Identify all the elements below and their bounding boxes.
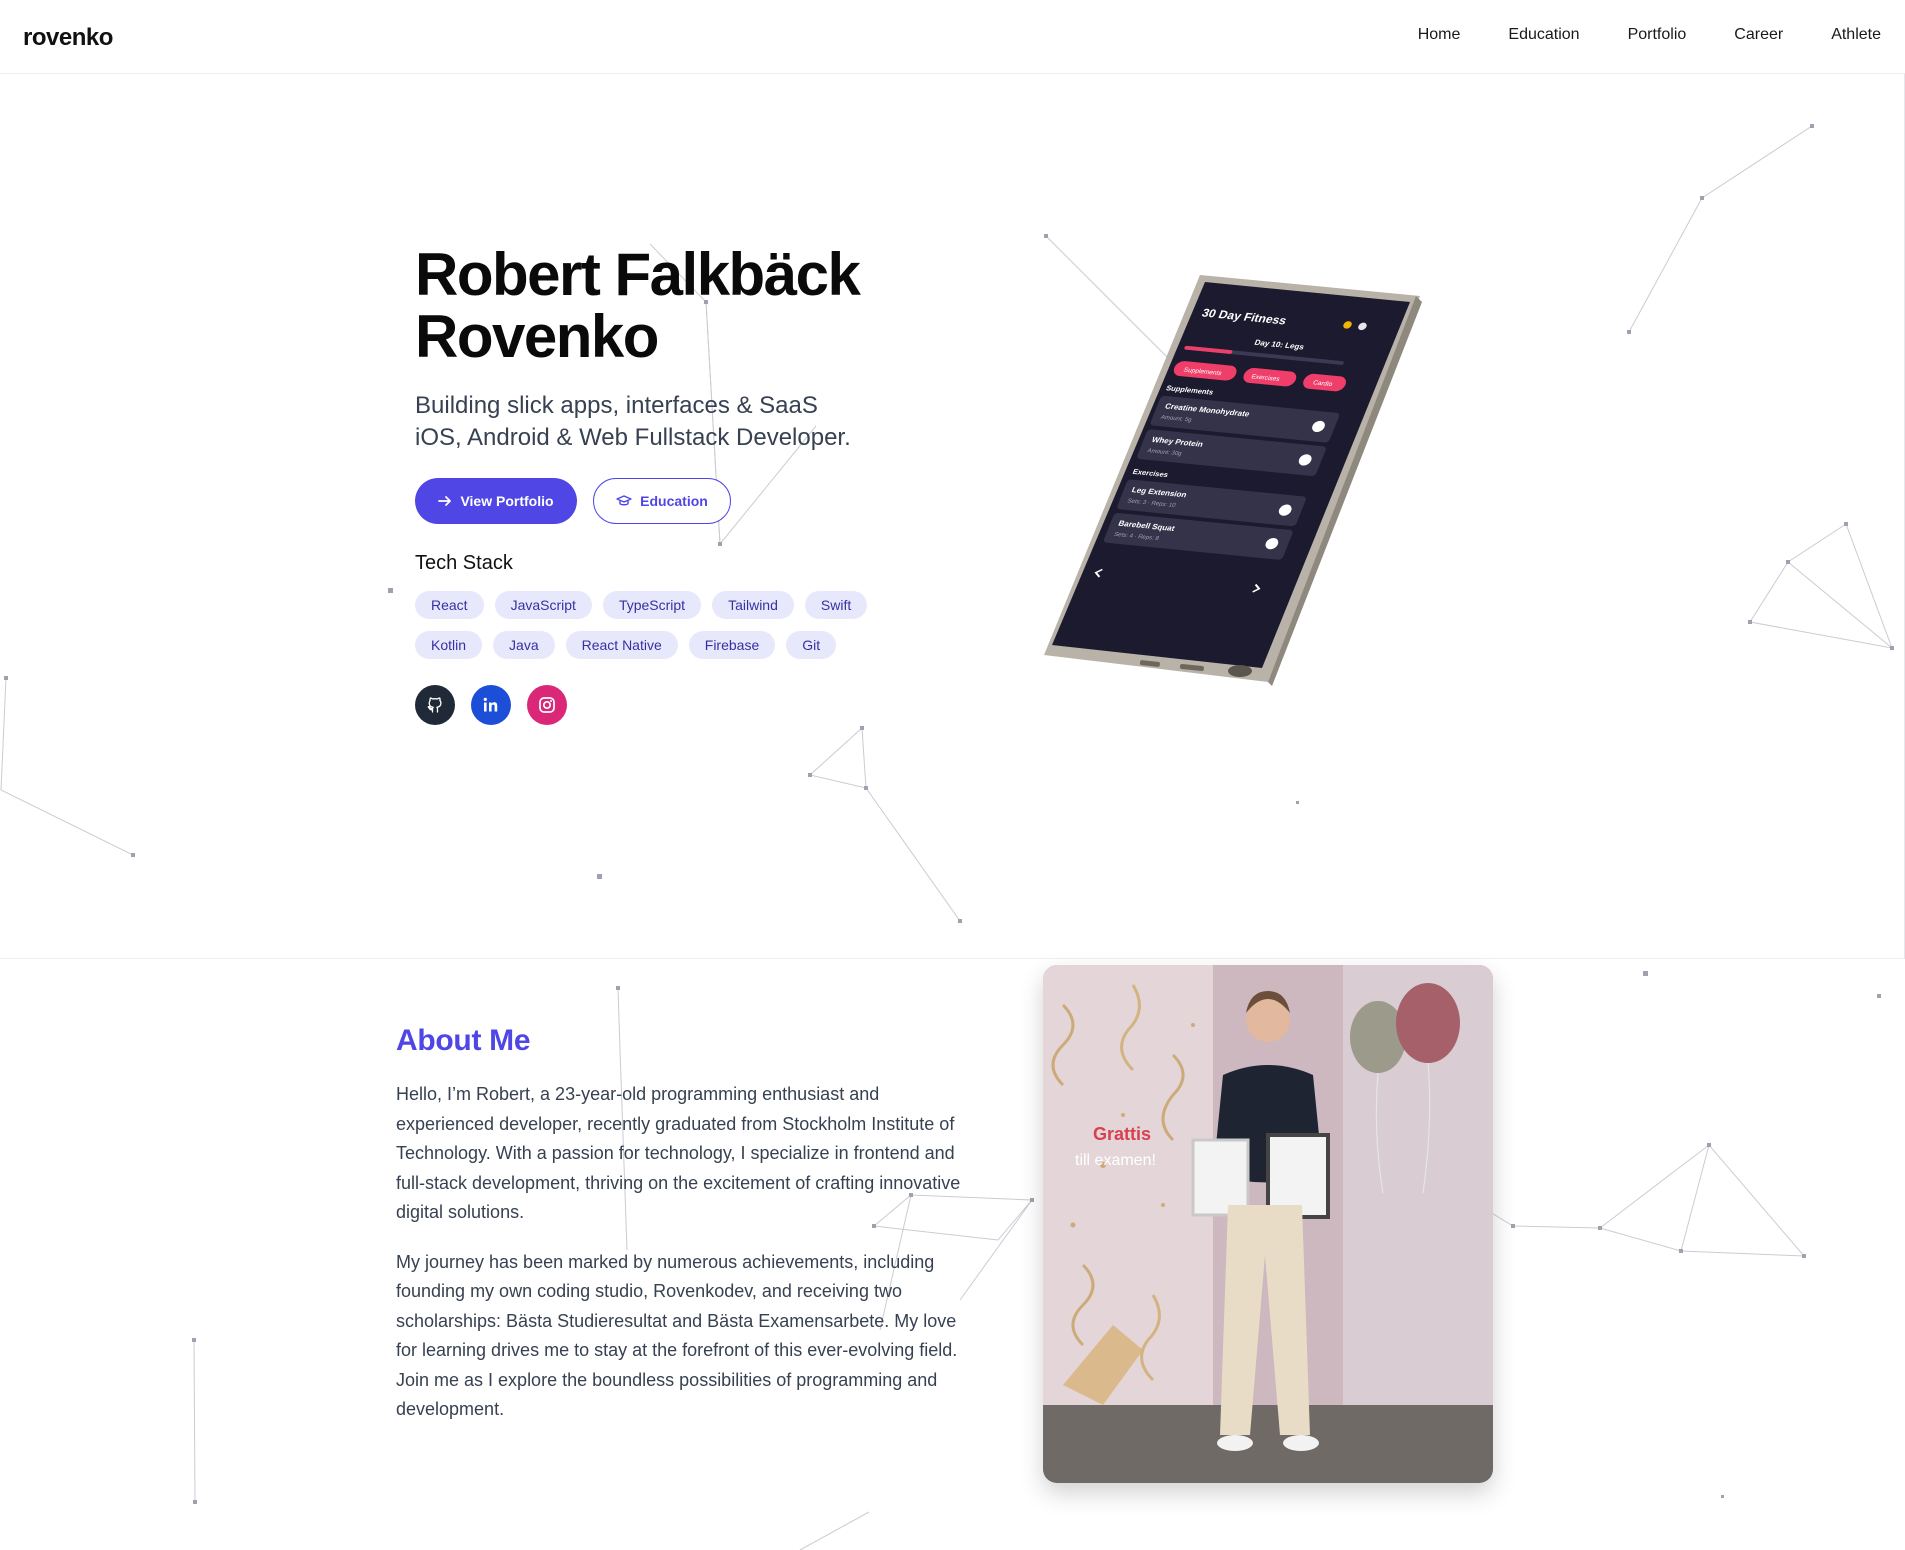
- view-portfolio-button[interactable]: View Portfolio: [415, 478, 577, 524]
- about-title: About Me: [396, 1024, 531, 1057]
- tech-chip: JavaScript: [494, 591, 592, 619]
- github-icon: [427, 697, 442, 713]
- banner-till-examen: till examen!: [1075, 1152, 1156, 1169]
- linkedin-link[interactable]: [471, 685, 511, 725]
- arrow-right-icon: [438, 496, 452, 506]
- social-links: [415, 685, 935, 725]
- about-paragraph-2: My journey has been marked by numerous a…: [396, 1251, 958, 1420]
- tech-chip: TypeScript: [602, 591, 702, 619]
- tech-chip: Git: [786, 631, 837, 659]
- tagline-line1: Building slick apps, interfaces & SaaS: [415, 392, 818, 419]
- tech-chip: Kotlin: [415, 631, 483, 659]
- site-logo[interactable]: rovenko: [23, 24, 113, 52]
- instagram-icon: [539, 697, 555, 713]
- github-link[interactable]: [415, 685, 455, 725]
- hero-name-line1: Robert Falkbäck: [415, 241, 861, 308]
- graduation-cap-icon: [616, 495, 632, 506]
- hero-name: Robert Falkbäck Rovenko: [415, 244, 935, 368]
- tech-chip: Swift: [804, 591, 868, 619]
- graduation-photo: Grattis till examen!: [1043, 965, 1493, 1483]
- graduation-photo-illustration: Grattis till examen!: [1043, 965, 1493, 1483]
- tech-stack-title: Tech Stack: [415, 552, 513, 574]
- linkedin-icon: [483, 697, 498, 712]
- tech-chip: Java: [493, 631, 555, 659]
- instagram-link[interactable]: [527, 685, 567, 725]
- about-paragraph-1: Hello, I’m Robert, a 23-year-old program…: [396, 1084, 961, 1222]
- tech-chip: React: [415, 591, 484, 619]
- main-nav: Home Education Portfolio Career Athlete: [1418, 26, 1881, 44]
- education-button[interactable]: Education: [593, 478, 731, 524]
- tech-chip: React Native: [565, 631, 678, 659]
- tech-chip: Tailwind: [712, 591, 794, 619]
- nav-portfolio[interactable]: Portfolio: [1628, 26, 1687, 44]
- tech-chip: Firebase: [688, 631, 776, 659]
- education-label: Education: [640, 493, 708, 509]
- section-divider: [0, 958, 1905, 959]
- about-section: About Me Hello, I’m Robert, a 23-year-ol…: [396, 1024, 976, 1425]
- top-nav-bar: rovenko Home Education Portfolio Career …: [0, 0, 1905, 74]
- phone-mockup: 30 Day Fitness Day 10: Legs Supplements …: [1040, 270, 1430, 690]
- nav-career[interactable]: Career: [1734, 26, 1783, 44]
- tagline-line2: iOS, Android & Web Fullstack Developer.: [415, 424, 851, 451]
- hero-buttons: View Portfolio Education: [415, 478, 935, 524]
- nav-athlete[interactable]: Athlete: [1831, 26, 1881, 44]
- nav-home[interactable]: Home: [1418, 26, 1461, 44]
- phone-device: 30 Day Fitness Day 10: Legs Supplements …: [1044, 275, 1422, 686]
- hero-section: Robert Falkbäck Rovenko Building slick a…: [415, 244, 935, 725]
- hero-tagline: Building slick apps, interfaces & SaaS i…: [415, 390, 935, 454]
- banner-grattis: Grattis: [1093, 1124, 1151, 1144]
- nav-education[interactable]: Education: [1508, 26, 1579, 44]
- view-portfolio-label: View Portfolio: [460, 493, 554, 509]
- hero-name-line2: Rovenko: [415, 303, 659, 370]
- tech-stack-list: React JavaScript TypeScript Tailwind Swi…: [415, 591, 915, 659]
